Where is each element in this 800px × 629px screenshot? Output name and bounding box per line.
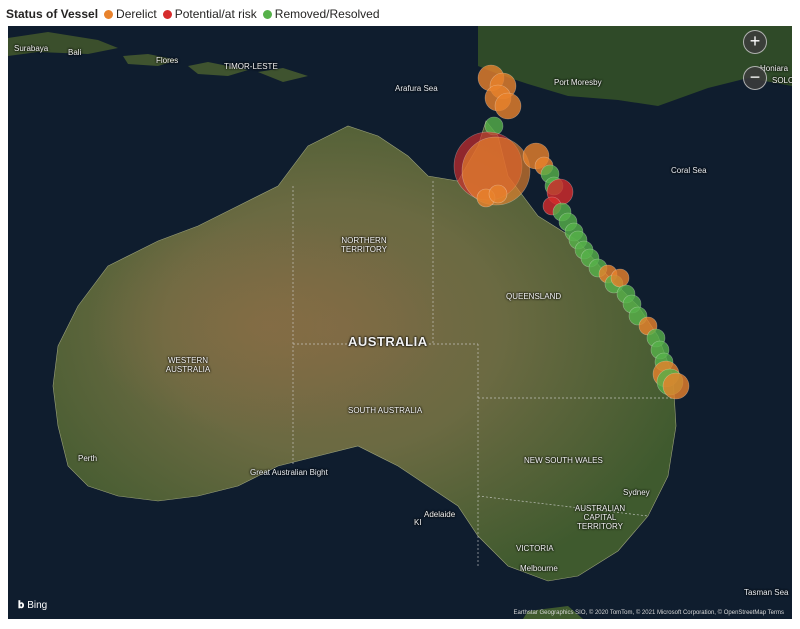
label-northern-territory: NORTHERN TERRITORY bbox=[341, 236, 387, 254]
label-ki: KI bbox=[414, 518, 422, 527]
label-australia: AUSTRALIA bbox=[348, 334, 428, 349]
label-perth: Perth bbox=[78, 454, 98, 463]
label-great-australian-bight: Great Australian Bight bbox=[250, 468, 328, 477]
bing-icon: 𝐛 bbox=[18, 600, 25, 611]
vessel-marker-derelict[interactable] bbox=[610, 268, 630, 288]
label-adelaide: Adelaide bbox=[424, 510, 456, 519]
vessel-marker-derelict[interactable] bbox=[494, 92, 522, 120]
label-solo: SOLO bbox=[772, 76, 792, 85]
label-timor-leste: TIMOR-LESTE bbox=[224, 62, 278, 71]
label-tasman-sea: Tasman Sea bbox=[744, 588, 789, 597]
label-melbourne: Melbourne bbox=[520, 564, 558, 573]
label-bali: Bali bbox=[68, 48, 82, 57]
legend-item-at-risk[interactable]: Potential/at risk bbox=[162, 7, 257, 21]
map-canvas[interactable]: Surabaya Bali Flores TIMOR-LESTE Arafura… bbox=[8, 26, 792, 619]
map-base bbox=[8, 26, 792, 619]
legend-label-resolved: Removed/Resolved bbox=[274, 7, 380, 21]
legend-title: Status of Vessel bbox=[6, 7, 99, 21]
label-arafura-sea: Arafura Sea bbox=[395, 84, 438, 93]
label-port-moresby: Port Moresby bbox=[554, 78, 602, 87]
terms-link[interactable]: Terms bbox=[768, 610, 784, 616]
label-surabaya: Surabaya bbox=[14, 44, 49, 53]
legend-item-derelict[interactable]: Derelict bbox=[104, 7, 157, 21]
zoom-in-button[interactable]: + bbox=[743, 30, 767, 54]
label-victoria: VICTORIA bbox=[516, 544, 554, 553]
label-western-australia: WESTERN AUSTRALIA bbox=[165, 356, 211, 374]
legend: Status of Vessel Derelict Potential/at r… bbox=[6, 4, 386, 24]
label-act: AUSTRALIAN CAPITAL TERRITORY bbox=[574, 504, 626, 531]
attribution-text: Earthstar Geographics SIO, © 2020 TomTom… bbox=[513, 610, 767, 616]
legend-label-at-risk: Potential/at risk bbox=[174, 7, 257, 21]
vessel-marker-derelict[interactable] bbox=[662, 372, 690, 400]
vessel-marker-derelict[interactable] bbox=[488, 184, 508, 204]
zoom-out-button[interactable]: − bbox=[743, 66, 767, 90]
label-new-south-wales: NEW SOUTH WALES bbox=[524, 456, 603, 465]
legend-item-resolved[interactable]: Removed/Resolved bbox=[262, 7, 380, 21]
interior-desert bbox=[88, 216, 448, 436]
map-attribution: Earthstar Geographics SIO, © 2020 TomTom… bbox=[513, 610, 784, 616]
label-south-australia: SOUTH AUSTRALIA bbox=[348, 406, 423, 415]
bing-label: Bing bbox=[27, 600, 48, 611]
label-sydney: Sydney bbox=[623, 488, 650, 497]
label-coral-sea: Coral Sea bbox=[671, 166, 707, 175]
derelict-dot-icon bbox=[104, 9, 114, 19]
bing-logo[interactable]: 𝐛 Bing bbox=[18, 600, 47, 611]
label-queensland: QUEENSLAND bbox=[506, 292, 562, 301]
resolved-dot-icon bbox=[262, 9, 272, 19]
label-flores: Flores bbox=[156, 56, 179, 65]
at-risk-dot-icon bbox=[162, 9, 172, 19]
legend-label-derelict: Derelict bbox=[116, 7, 157, 21]
